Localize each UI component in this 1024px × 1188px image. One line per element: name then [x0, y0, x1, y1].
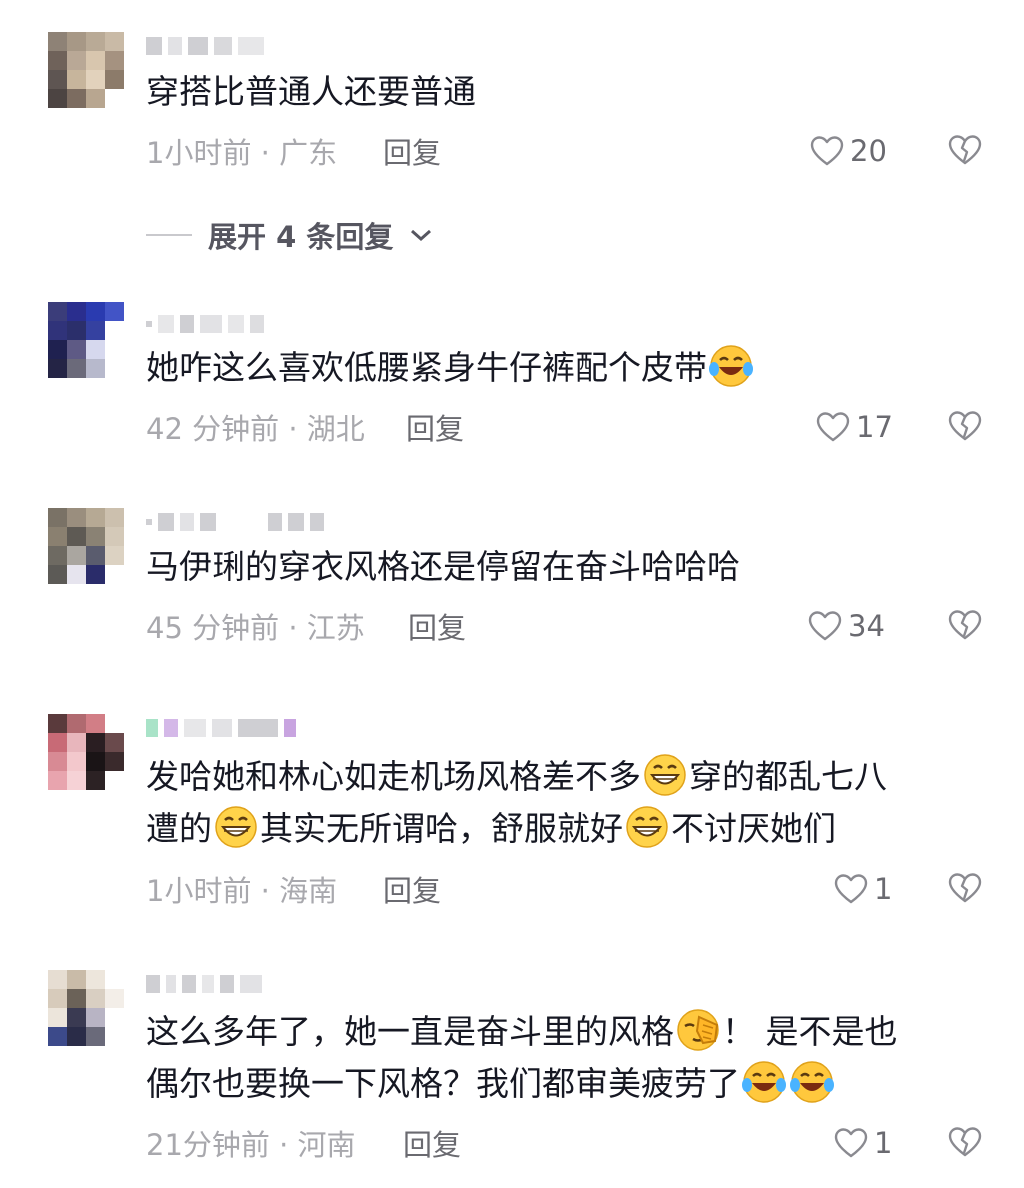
comment-text: 遭的 其实无所谓哈，舒服就好 不讨厌她们 — [146, 803, 836, 855]
reply-button[interactable]: 回复 — [403, 1122, 461, 1164]
comment-time-location: 21分钟前 · 河南 — [146, 1128, 356, 1162]
like-count: 20 — [850, 134, 887, 168]
like-button[interactable]: 34 — [808, 609, 885, 643]
like-count: 1 — [874, 872, 893, 906]
reply-button[interactable]: 回复 — [383, 868, 441, 910]
comment-text: 发哈她和林心如走机场风格差不多 穿的都乱七八 — [146, 751, 887, 803]
heart-icon — [834, 1127, 868, 1159]
reply-button[interactable]: 回复 — [406, 406, 464, 448]
comment-time-location: 45 分钟前 · 江苏 — [146, 611, 365, 645]
like-count: 34 — [848, 609, 885, 643]
facepalm-emoji — [675, 1007, 721, 1053]
comment-time-location: 1小时前 · 海南 — [146, 874, 338, 908]
laugh-cry-emoji — [708, 343, 754, 389]
comment-time-location: 42 分钟前 · 湖北 — [146, 412, 365, 446]
grin-emoji — [624, 804, 670, 850]
heart-icon — [808, 610, 842, 642]
broken-heart-icon[interactable] — [948, 134, 982, 166]
username-blurred[interactable] — [146, 312, 264, 336]
broken-heart-icon[interactable] — [948, 410, 982, 442]
laugh-cry-emoji — [789, 1059, 835, 1105]
comment-text: 偶尔也要换一下风格？我们都审美疲劳了 — [146, 1058, 836, 1110]
like-count: 1 — [874, 1126, 893, 1160]
expand-replies-button[interactable]: 展开 4 条回复 — [146, 214, 433, 256]
comment-text: 马伊琍的穿衣风格还是停留在奋斗哈哈哈 — [146, 547, 740, 586]
username-blurred[interactable] — [146, 34, 264, 58]
grin-emoji — [213, 804, 259, 850]
avatar[interactable] — [48, 714, 124, 790]
broken-heart-icon[interactable] — [948, 872, 982, 904]
expand-replies-label: 展开 4 条回复 — [208, 220, 394, 254]
username-blurred[interactable] — [146, 972, 262, 996]
like-button[interactable]: 20 — [810, 134, 887, 168]
divider — [146, 234, 192, 236]
heart-icon — [816, 411, 850, 443]
comment-time-location: 1小时前 · 广东 — [146, 136, 338, 170]
heart-icon — [834, 873, 868, 905]
reply-button[interactable]: 回复 — [383, 130, 441, 172]
reply-button[interactable]: 回复 — [408, 605, 466, 647]
broken-heart-icon[interactable] — [948, 1126, 982, 1158]
avatar[interactable] — [48, 302, 124, 378]
like-button[interactable]: 1 — [834, 1126, 892, 1160]
laugh-cry-emoji — [741, 1059, 787, 1105]
avatar[interactable] — [48, 970, 124, 1046]
like-button[interactable]: 1 — [834, 872, 892, 906]
username-blurred[interactable] — [146, 510, 324, 534]
broken-heart-icon[interactable] — [948, 609, 982, 641]
avatar[interactable] — [48, 508, 124, 584]
grin-emoji — [642, 752, 688, 798]
comment-text: 她咋这么喜欢低腰紧身牛仔裤配个皮带 — [146, 342, 755, 394]
comment-text: 穿搭比普通人还要普通 — [146, 72, 476, 111]
comment-text: 这么多年了，她一直是奋斗里的风格！ 是不是也 — [146, 1006, 898, 1058]
chevron-down-icon — [411, 229, 432, 242]
avatar[interactable] — [48, 32, 124, 108]
username-blurred[interactable] — [146, 716, 296, 740]
heart-icon — [810, 135, 844, 167]
like-count: 17 — [856, 410, 893, 444]
like-button[interactable]: 17 — [816, 410, 893, 444]
